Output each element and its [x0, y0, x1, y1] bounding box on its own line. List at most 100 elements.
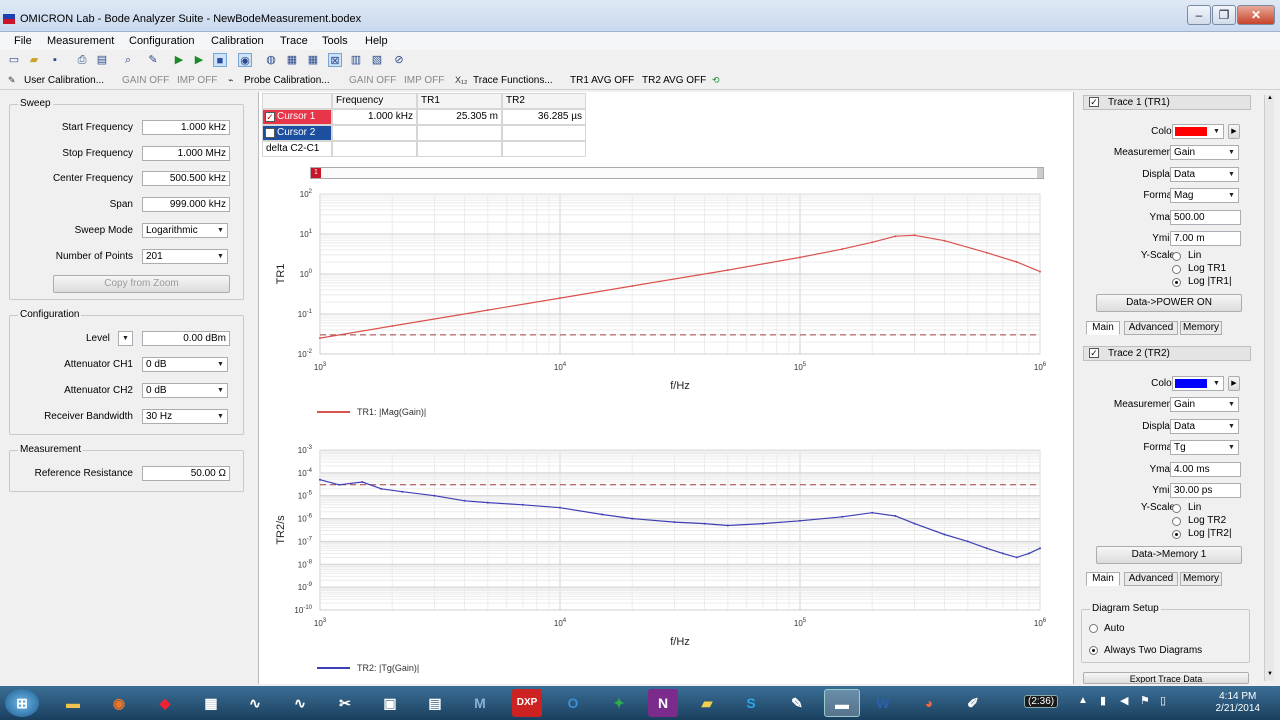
sweep-mode-select[interactable]: Logarithmic ▼: [142, 223, 228, 238]
trace-1-checkbox[interactable]: ✓: [1089, 97, 1099, 107]
user-calibration-button[interactable]: User Calibration...: [24, 75, 104, 86]
open-folder-icon[interactable]: ▰: [27, 53, 41, 67]
menu-file[interactable]: File: [14, 35, 32, 47]
trace-2-measurement-select[interactable]: Gain ▼: [1170, 397, 1239, 412]
omicron-taskbar-icon[interactable]: ▬: [824, 689, 860, 717]
folder-taskbar-icon[interactable]: ▰: [692, 689, 722, 717]
menu-tools[interactable]: Tools: [322, 35, 348, 47]
tr1-avg-button[interactable]: TR1 AVG OFF: [570, 75, 634, 86]
refresh-icon[interactable]: ⟲: [712, 75, 720, 86]
wrench-icon[interactable]: ✎: [146, 53, 160, 67]
network-icon[interactable]: ▮: [1100, 694, 1106, 707]
menu-trace[interactable]: Trace: [280, 35, 308, 47]
cursor-2-checkbox[interactable]: [265, 128, 275, 138]
trace-1-ymin-input[interactable]: 7.00 m: [1170, 231, 1241, 246]
trace-2-ymin-input[interactable]: 30.00 ps: [1170, 483, 1241, 498]
cursor-1-row-header[interactable]: ✓ Cursor 1: [262, 109, 332, 125]
right-panel-scrollbar[interactable]: ▲ ▼: [1264, 95, 1274, 681]
trace-2-display-select[interactable]: Data ▼: [1170, 419, 1239, 434]
print-preview-icon[interactable]: ▤: [95, 53, 109, 67]
trace-1-color-select[interactable]: ▼: [1172, 124, 1224, 139]
level-unit-dropdown[interactable]: ▼: [118, 331, 133, 346]
close-button[interactable]: ✕: [1237, 5, 1275, 25]
table-view-icon[interactable]: ▦: [306, 53, 320, 67]
scroll-up-icon[interactable]: ▲: [1266, 95, 1274, 105]
trace-1-display-select[interactable]: Data ▼: [1170, 167, 1239, 182]
cursor-1-marker[interactable]: 1: [311, 168, 321, 178]
menu-configuration[interactable]: Configuration: [129, 35, 194, 47]
menu-help[interactable]: Help: [365, 35, 388, 47]
stop-frequency-input[interactable]: 1.000 MHz: [142, 146, 230, 161]
trace-2-color-select[interactable]: ▼: [1172, 376, 1224, 391]
link-icon[interactable]: ⊘: [392, 53, 406, 67]
tr1-chart[interactable]: 103 104 105 106 102 101 100 10-1 10-2 TR1: |Mag(G…: [262, 182, 1072, 422]
minimize-button[interactable]: –: [1187, 5, 1211, 25]
span-input[interactable]: 999.000 kHz: [142, 197, 230, 212]
diagram-two-radio[interactable]: [1089, 646, 1098, 655]
grid-view-icon[interactable]: ▦: [285, 53, 299, 67]
probe-calibration-button[interactable]: Probe Calibration...: [244, 75, 330, 86]
word-taskbar-icon[interactable]: W: [868, 689, 898, 717]
marker-icon[interactable]: ▥: [349, 53, 363, 67]
flag-icon[interactable]: ⚑: [1140, 694, 1150, 707]
zoom-scrollbar[interactable]: 1: [310, 167, 1044, 179]
receiver-bandwidth-select[interactable]: 30 Hz ▼: [142, 409, 228, 424]
save-icon[interactable]: ▪: [48, 53, 62, 67]
trace-1-ymax-input[interactable]: 500.00: [1170, 210, 1241, 225]
cursor-icon[interactable]: ⊠: [328, 53, 342, 67]
tools-taskbar-icon[interactable]: ✂: [330, 689, 360, 717]
battery-icon[interactable]: ▯: [1160, 694, 1166, 707]
trace-2-color-more-button[interactable]: ▶: [1228, 376, 1240, 391]
trace-2-data-memory-button[interactable]: Data->Memory 1: [1096, 546, 1242, 564]
attenuator-ch2-select[interactable]: 0 dB ▼: [142, 383, 228, 398]
start-icon[interactable]: ▶: [172, 53, 186, 67]
system-clock[interactable]: 4:14 PM 2/21/2014: [1216, 691, 1261, 715]
explorer-taskbar-icon[interactable]: ▬: [58, 689, 88, 717]
scroll-down-icon[interactable]: ▼: [1266, 671, 1274, 681]
calculator-taskbar-icon[interactable]: ▦: [196, 689, 226, 717]
gain-off-button-1[interactable]: GAIN OFF: [122, 75, 169, 86]
cursor-1-checkbox[interactable]: ✓: [265, 112, 275, 122]
monitor-taskbar-icon[interactable]: ▣: [375, 689, 405, 717]
number-of-points-select[interactable]: 201 ▼: [142, 249, 228, 264]
trace-1-format-select[interactable]: Mag ▼: [1170, 188, 1239, 203]
bode-app-1-taskbar-icon[interactable]: ∿: [240, 689, 270, 717]
trace-2-logabs-radio[interactable]: [1172, 530, 1181, 539]
matlab-taskbar-icon[interactable]: M: [465, 689, 495, 717]
menu-measurement[interactable]: Measurement: [47, 35, 114, 47]
tray-arrow-icon[interactable]: ▲: [1078, 695, 1088, 706]
help-icon[interactable]: ◍: [264, 53, 278, 67]
trace-1-color-more-button[interactable]: ▶: [1228, 124, 1240, 139]
imp-off-button-2[interactable]: IMP OFF: [404, 75, 444, 86]
continuous-icon[interactable]: ◉: [238, 53, 252, 67]
chart-icon[interactable]: ▧: [370, 53, 384, 67]
level-input[interactable]: 0.00 dBm: [142, 331, 230, 346]
tr2-chart[interactable]: 103 104 105 106 10-3 10-4 10-5 10-6 10-7 10-8 10-9…: [262, 438, 1072, 678]
start-frequency-input[interactable]: 1.000 kHz: [142, 120, 230, 135]
skype-taskbar-icon[interactable]: S: [736, 689, 766, 717]
tr2-avg-button[interactable]: TR2 AVG OFF: [642, 75, 706, 86]
trace-2-checkbox[interactable]: ✓: [1089, 348, 1099, 358]
attenuator-ch1-select[interactable]: 0 dB ▼: [142, 357, 228, 372]
diagram-auto-radio[interactable]: [1089, 624, 1098, 633]
trace-1-measurement-select[interactable]: Gain ▼: [1170, 145, 1239, 160]
start-button[interactable]: ⊞: [5, 689, 39, 717]
stop-icon[interactable]: ■: [213, 53, 227, 67]
menu-calibration[interactable]: Calibration: [211, 35, 264, 47]
trace-2-format-select[interactable]: Tg ▼: [1170, 440, 1239, 455]
trace-functions-button[interactable]: Trace Functions...: [473, 75, 553, 86]
gain-off-button-2[interactable]: GAIN OFF: [349, 75, 396, 86]
green-app-taskbar-icon[interactable]: ✦: [604, 689, 634, 717]
notes-taskbar-icon[interactable]: ▤: [420, 689, 450, 717]
bode-app-2-taskbar-icon[interactable]: ∿: [285, 689, 315, 717]
pdf-taskbar-icon[interactable]: ◆: [150, 689, 180, 717]
trace-2-tab-advanced[interactable]: Advanced: [1124, 572, 1178, 586]
trace-2-tab-memory[interactable]: Memory: [1180, 572, 1222, 586]
trace-2-tab-main[interactable]: Main: [1086, 572, 1120, 586]
chrome-taskbar-icon[interactable]: ◕: [914, 689, 944, 717]
trace-1-logabs-radio[interactable]: [1172, 278, 1181, 287]
print-icon[interactable]: ⎙: [75, 53, 89, 67]
zoom-icon[interactable]: ⌕: [121, 53, 135, 67]
pen-taskbar-icon[interactable]: ✐: [958, 689, 988, 717]
imp-off-button-1[interactable]: IMP OFF: [177, 75, 217, 86]
